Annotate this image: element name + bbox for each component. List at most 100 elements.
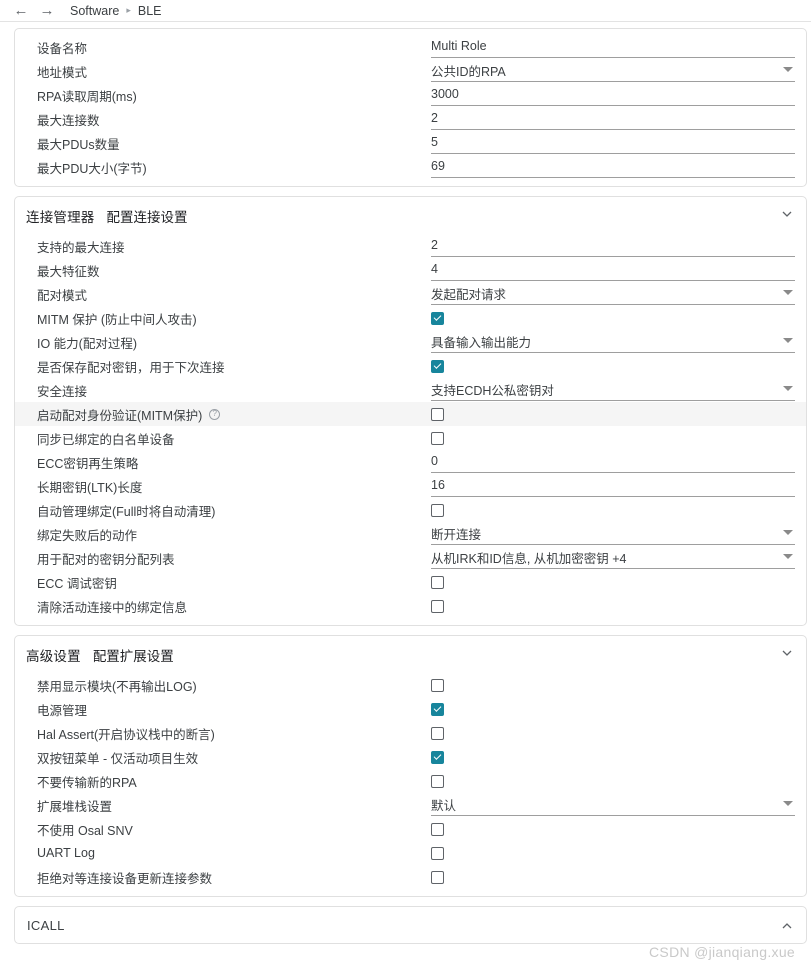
card-subtitle: 配置扩展设置 [92, 649, 174, 664]
checkbox-unchecked[interactable] [431, 503, 444, 517]
text-field[interactable]: 5 [431, 132, 795, 154]
chevron-up-icon[interactable] [780, 919, 794, 933]
setting-control [431, 697, 795, 721]
top-navigation-bar: ← → Software ▸ BLE [0, 0, 811, 22]
field-value: 断开连接 [431, 527, 482, 542]
setting-control [431, 841, 795, 865]
dropdown-field[interactable]: 公共ID的RPA [431, 60, 795, 82]
dropdown-caret-icon[interactable] [783, 801, 793, 806]
checkbox-unchecked[interactable] [431, 575, 444, 589]
text-field[interactable]: 16 [431, 475, 795, 497]
dropdown-caret-icon[interactable] [783, 554, 793, 559]
field-value: Multi Role [431, 39, 487, 53]
field-value: 2 [431, 238, 438, 252]
checkbox-unchecked[interactable] [431, 599, 444, 613]
chevron-down-icon[interactable] [780, 646, 794, 660]
card-title: 连接管理器 [26, 210, 95, 225]
forward-arrow-icon[interactable]: → [34, 1, 60, 21]
setting-control: 支持ECDH公私密钥对 [431, 378, 795, 402]
setting-row: 同步已绑定的白名单设备 [15, 426, 806, 450]
setting-label: 最大特征数 [37, 261, 100, 280]
dropdown-caret-icon[interactable] [783, 67, 793, 72]
dropdown-field[interactable]: 发起配对请求 [431, 283, 795, 305]
setting-row: IO 能力(配对过程) 具备输入输出能力 [15, 330, 806, 354]
setting-control: 2 [431, 234, 795, 258]
setting-control [431, 354, 795, 378]
dropdown-field[interactable]: 具备输入输出能力 [431, 331, 795, 353]
setting-row: 清除活动连接中的绑定信息 [15, 594, 806, 618]
setting-label: Hal Assert(开启协议栈中的断言) [37, 724, 215, 743]
dropdown-caret-icon[interactable] [783, 290, 793, 295]
dropdown-caret-icon[interactable] [783, 338, 793, 343]
checkbox-checked[interactable] [431, 359, 444, 373]
checkbox-unchecked[interactable] [431, 846, 444, 860]
setting-label: 用于配对的密钥分配列表 [37, 549, 175, 568]
text-field[interactable]: 2 [431, 108, 795, 130]
dropdown-field[interactable]: 从机IRK和ID信息, 从机加密密钥 +4 [431, 547, 795, 569]
checkbox-checked[interactable] [431, 750, 444, 764]
setting-row: 不要传输新的RPA [15, 769, 806, 793]
checkbox-unchecked[interactable] [431, 726, 444, 740]
checkbox-unchecked[interactable] [431, 431, 444, 445]
setting-label-text: 长期密钥(LTK)长度 [37, 480, 143, 495]
setting-control: 默认 [431, 793, 795, 817]
checkbox-checked[interactable] [431, 702, 444, 716]
setting-label: 不要传输新的RPA [37, 772, 137, 791]
text-field[interactable]: 3000 [431, 84, 795, 106]
setting-label-text: 不要传输新的RPA [37, 775, 137, 790]
dropdown-field[interactable]: 断开连接 [431, 523, 795, 545]
setting-control [431, 594, 795, 618]
text-field[interactable]: 4 [431, 259, 795, 281]
setting-row: 最大特征数 4 [15, 258, 806, 282]
dropdown-field[interactable]: 支持ECDH公私密钥对 [431, 379, 795, 401]
setting-label: 自动管理绑定(Full时将自动清理) [37, 501, 215, 520]
checkbox-unchecked[interactable] [431, 870, 444, 884]
setting-label-text: 是否保存配对密钥，用于下次连接 [37, 360, 225, 375]
dropdown-field[interactable]: 默认 [431, 794, 795, 816]
setting-label: 支持的最大连接 [37, 237, 125, 256]
setting-label-text: 拒绝对等连接设备更新连接参数 [37, 871, 213, 886]
breadcrumb-item-software[interactable]: Software [68, 4, 121, 18]
setting-row: 最大PDU大小(字节) 69 [15, 155, 806, 179]
chevron-down-icon[interactable] [780, 207, 794, 221]
setting-label: 长期密钥(LTK)长度 [37, 477, 142, 496]
setting-label: 拒绝对等连接设备更新连接参数 [37, 868, 212, 887]
back-arrow-icon[interactable]: ← [8, 1, 34, 21]
setting-control: 3000 [431, 83, 795, 107]
checkbox-unchecked[interactable] [431, 407, 444, 421]
setting-control: 16 [431, 474, 795, 498]
dropdown-caret-icon[interactable] [783, 530, 793, 535]
breadcrumb-item-ble[interactable]: BLE [136, 4, 164, 18]
text-field[interactable]: Multi Role [431, 36, 795, 58]
setting-control [431, 673, 795, 697]
setting-control: 发起配对请求 [431, 282, 795, 306]
settings-card-1: 连接管理器 配置连接设置 支持的最大连接 2 最大特征数 4 配对模式 发起配对请求 MITM … [14, 196, 807, 626]
checkbox-checked[interactable] [431, 311, 444, 325]
setting-label-text: ECC密钥再生策略 [37, 456, 139, 471]
setting-row: 是否保存配对密钥，用于下次连接 [15, 354, 806, 378]
text-field[interactable]: 0 [431, 451, 795, 473]
help-info-icon[interactable]: ? [209, 408, 221, 420]
setting-label-text: 设备名称 [37, 41, 88, 56]
checkbox-unchecked[interactable] [431, 774, 444, 788]
checkbox-unchecked[interactable] [431, 678, 444, 692]
setting-row: Hal Assert(开启协议栈中的断言) [15, 721, 806, 745]
field-value: 16 [431, 478, 445, 492]
text-field[interactable]: 2 [431, 235, 795, 257]
setting-label-text: RPA读取周期(ms) [37, 89, 137, 104]
dropdown-caret-icon[interactable] [783, 386, 793, 391]
setting-label: 绑定失败后的动作 [37, 525, 137, 544]
card-header[interactable]: 连接管理器 配置连接设置 [15, 203, 806, 234]
setting-row: 绑定失败后的动作 断开连接 [15, 522, 806, 546]
setting-row: MITM 保护 (防止中间人攻击) [15, 306, 806, 330]
setting-row: ECC密钥再生策略 0 [15, 450, 806, 474]
icall-section-card[interactable]: ICALL [14, 906, 807, 944]
card-subtitle: 配置连接设置 [106, 210, 188, 225]
setting-row: 用于配对的密钥分配列表 从机IRK和ID信息, 从机加密密钥 +4 [15, 546, 806, 570]
card-header[interactable]: 高级设置 配置扩展设置 [15, 642, 806, 673]
text-field[interactable]: 69 [431, 156, 795, 178]
checkbox-unchecked[interactable] [431, 822, 444, 836]
setting-row: UART Log [15, 841, 806, 865]
setting-label-text: 扩展堆栈设置 [37, 799, 113, 814]
setting-label-text: 最大PDUs数量 [37, 137, 120, 152]
